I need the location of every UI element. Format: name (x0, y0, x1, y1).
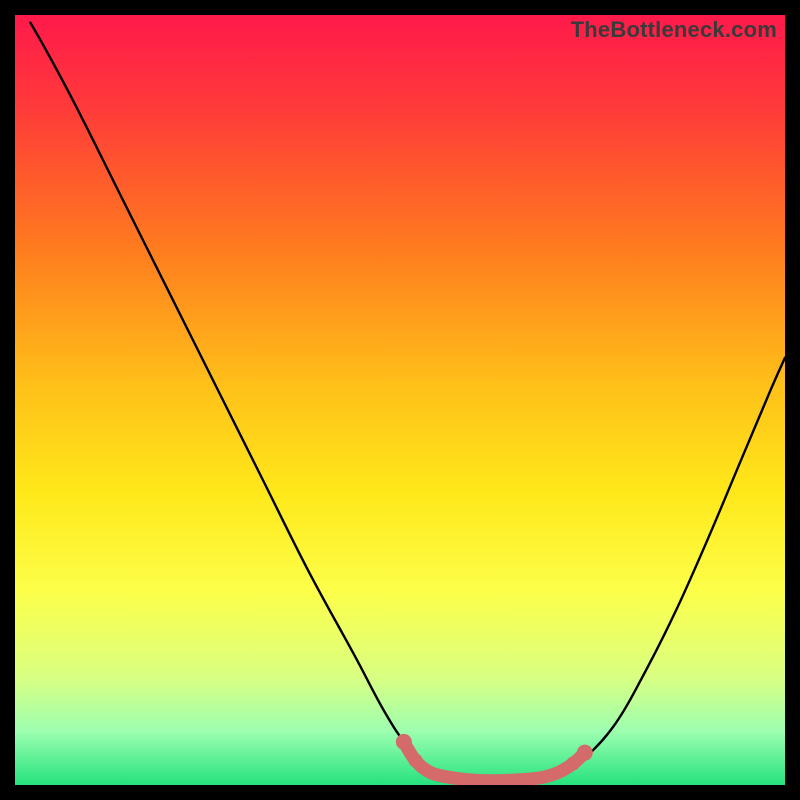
chart-frame: TheBottleneck.com (15, 15, 785, 785)
watermark-text: TheBottleneck.com (571, 17, 777, 43)
marker-bead (566, 756, 580, 770)
gradient-background (15, 15, 785, 785)
marker-bead (408, 753, 422, 767)
chart-canvas (15, 15, 785, 785)
